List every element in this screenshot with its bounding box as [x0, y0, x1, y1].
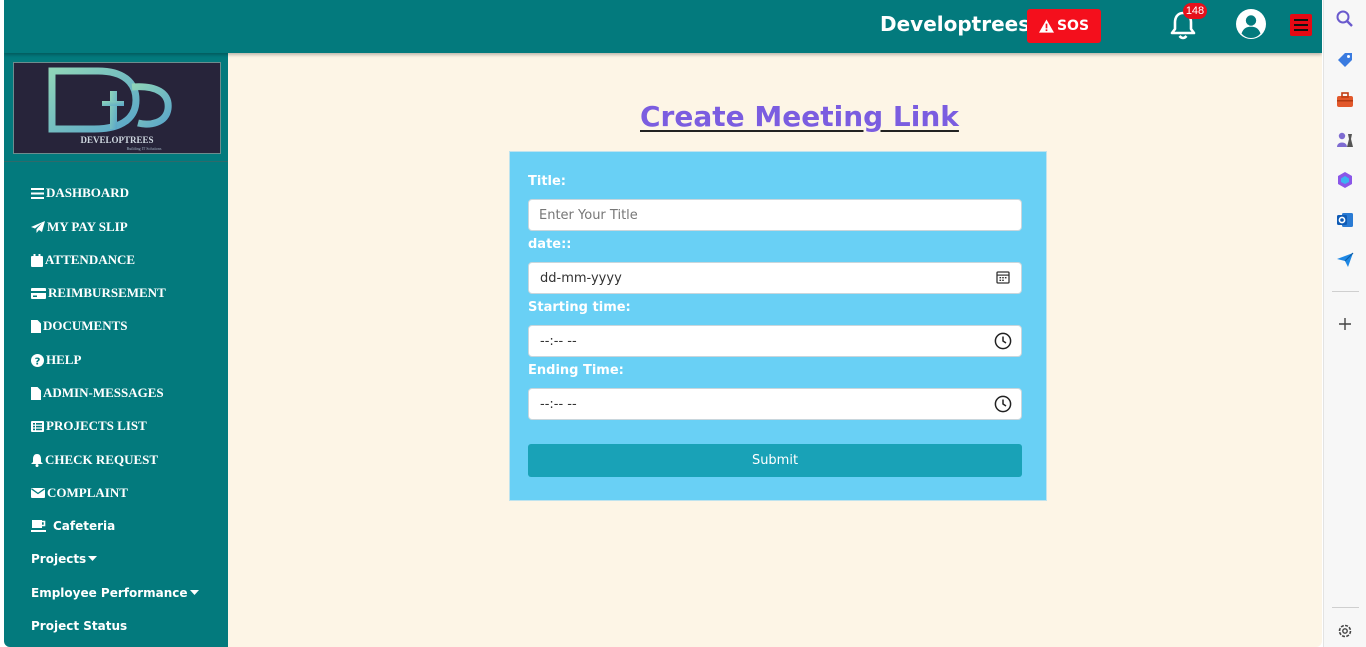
list-icon — [31, 420, 44, 432]
file-icon — [31, 319, 41, 333]
sidebar-item-label: Projects — [31, 552, 87, 566]
warning-icon — [1038, 19, 1054, 33]
svg-text:?: ? — [35, 356, 41, 367]
sidebar-item-help[interactable]: ? HELP — [31, 352, 81, 368]
browser-edge-sidebar — [1323, 0, 1366, 647]
copilot-icon[interactable] — [1335, 170, 1355, 190]
outlook-icon[interactable] — [1335, 210, 1355, 230]
plus-icon[interactable] — [1335, 314, 1355, 334]
svg-text:Building IT Solutions: Building IT Solutions — [127, 146, 162, 151]
sidebar-item-cafeteria[interactable]: Cafeteria — [31, 519, 115, 533]
user-avatar-icon[interactable] — [1235, 8, 1267, 40]
file-icon — [31, 386, 41, 400]
calendar-icon[interactable] — [996, 270, 1010, 284]
submit-button[interactable]: Submit — [528, 444, 1022, 477]
ending-time-field[interactable]: --:-- -- — [528, 388, 1022, 420]
tag-icon[interactable] — [1335, 50, 1355, 70]
send-icon[interactable] — [1335, 250, 1355, 270]
sidebar-item-label: PROJECTS LIST — [46, 418, 147, 433]
sidebar-item-label: HELP — [46, 352, 82, 367]
notification-count-badge: 148 — [1183, 3, 1207, 19]
meeting-form: Title: date:: dd-mm-yyyy Starting time: … — [509, 151, 1047, 501]
svg-text:DEVELOPTREES: DEVELOPTREES — [80, 135, 153, 145]
sidebar-item-label: MY PAY SLIP — [47, 219, 128, 234]
sidebar-item-complaint[interactable]: COMPLAINT — [31, 485, 128, 501]
search-icon[interactable] — [1335, 9, 1355, 29]
starting-time-placeholder: --:-- -- — [540, 334, 577, 349]
sidebar-item-label: ATTENDANCE — [45, 252, 136, 267]
sidebar-item-reimbursement[interactable]: REIMBURSEMENT — [31, 285, 166, 301]
sidebar-item-attendance[interactable]: ATTENDANCE — [31, 252, 135, 268]
sidebar-item-label: Cafeteria — [53, 519, 116, 533]
sidebar-item-check-request[interactable]: CHECK REQUEST — [31, 452, 158, 468]
clock-icon[interactable] — [994, 395, 1012, 413]
starting-time-label: Starting time: — [528, 300, 631, 315]
sidebar-item-projects[interactable]: Projects — [31, 552, 98, 566]
sos-button[interactable]: SOS — [1027, 9, 1101, 43]
sidebar-item-label: ADMIN-MESSAGES — [43, 385, 164, 400]
coffee-cup-icon — [31, 519, 46, 532]
clock-icon[interactable] — [994, 332, 1012, 350]
title-label: Title: — [528, 174, 567, 189]
paper-plane-icon — [31, 221, 45, 233]
sidebar-item-admin-messages[interactable]: ADMIN-MESSAGES — [31, 385, 164, 401]
sidebar-item-my-pay-slip[interactable]: MY PAY SLIP — [31, 219, 128, 235]
sidebar-item-label: DASHBOARD — [46, 185, 130, 200]
bell-icon — [31, 453, 43, 467]
sidebar-item-project-status[interactable]: Project Status — [31, 619, 127, 633]
sidebar-item-dashboard[interactable]: DASHBOARD — [31, 185, 129, 201]
sidebar-item-label: COMPLAINT — [47, 485, 128, 500]
company-logo: DEVELOPTREES Building IT Solutions — [13, 62, 221, 154]
edge-divider — [1332, 607, 1359, 608]
sidebar-item-label: Project Status — [31, 619, 128, 633]
caret-down-icon — [88, 556, 98, 561]
date-field[interactable]: dd-mm-yyyy — [528, 262, 1022, 294]
bars-icon — [31, 187, 44, 199]
calendar-icon — [31, 253, 43, 267]
hamburger-menu-button[interactable] — [1290, 14, 1312, 36]
envelope-icon — [31, 488, 45, 498]
sidebar-item-label: Employee Performance — [31, 586, 188, 600]
ending-time-label: Ending Time: — [528, 363, 624, 378]
title-input[interactable] — [539, 200, 979, 230]
ending-time-placeholder: --:-- -- — [540, 397, 577, 412]
sos-label: SOS — [1056, 18, 1090, 34]
gear-icon[interactable] — [1335, 621, 1355, 641]
edge-divider — [1332, 291, 1359, 292]
brand-name: Developtrees — [880, 12, 1031, 36]
date-placeholder: dd-mm-yyyy — [540, 271, 622, 286]
top-bar: Developtrees SOS 148 — [4, 0, 1322, 53]
sidebar-item-documents[interactable]: DOCUMENTS — [31, 318, 128, 334]
date-label: date:: — [528, 237, 572, 252]
sidebar-item-label: REIMBURSEMENT — [48, 285, 166, 300]
sidebar-item-label: DOCUMENTS — [43, 318, 128, 333]
caret-down-icon — [189, 590, 199, 595]
sidebar-item-employee-performance[interactable]: Employee Performance — [31, 586, 199, 600]
title-field[interactable] — [528, 199, 1022, 231]
sidebar-divider — [4, 161, 228, 162]
app-window: Developtrees SOS 148 DEVELOPTREES Buildi… — [4, 0, 1322, 647]
sidebar: DEVELOPTREES Building IT Solutions DASHB… — [4, 53, 228, 647]
credit-card-icon — [31, 287, 46, 299]
sidebar-item-label: CHECK REQUEST — [45, 452, 159, 467]
chess-icon[interactable] — [1335, 130, 1355, 150]
starting-time-field[interactable]: --:-- -- — [528, 325, 1022, 357]
sidebar-item-projects-list[interactable]: PROJECTS LIST — [31, 418, 147, 434]
question-circle-icon: ? — [31, 353, 44, 367]
page-title: Create Meeting Link — [640, 100, 959, 133]
briefcase-icon[interactable] — [1335, 90, 1355, 110]
